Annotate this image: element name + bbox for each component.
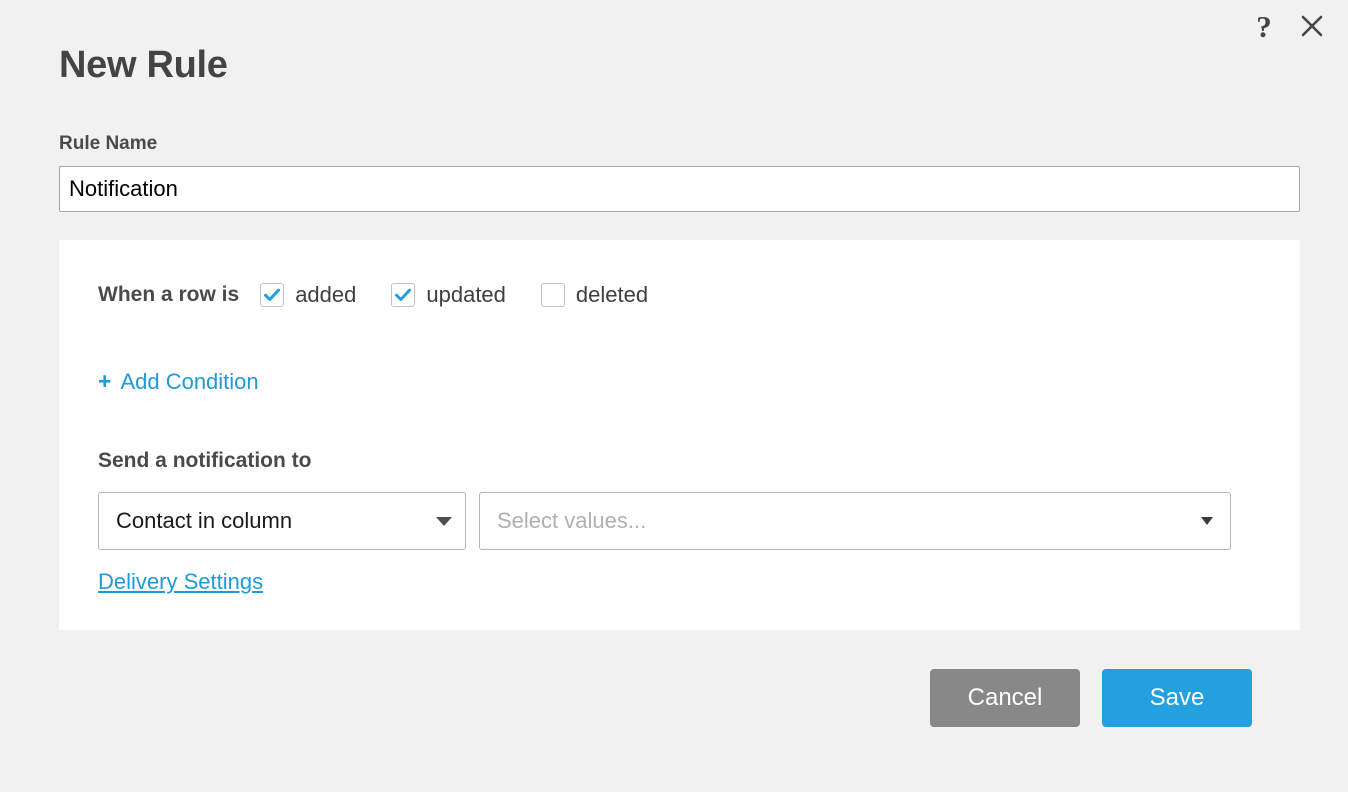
trigger-row: When a row is added updated deleted [98, 280, 1300, 310]
dialog-footer: Cancel Save [48, 669, 1252, 727]
send-notification-heading: Send a notification to [98, 449, 312, 472]
rule-name-label: Rule Name [59, 133, 158, 154]
chevron-down-icon [436, 516, 452, 526]
values-select[interactable]: Select values... [479, 492, 1231, 550]
checkbox-label-updated: updated [426, 282, 506, 307]
rule-definition-card: When a row is added updated deleted + Ad… [59, 240, 1300, 630]
trigger-label: When a row is [98, 283, 240, 306]
notification-target-row: Contact in column Select values... [98, 492, 1300, 550]
page-title: New Rule [59, 44, 228, 86]
plus-icon: + [98, 368, 112, 394]
cancel-button[interactable]: Cancel [930, 669, 1080, 727]
add-condition-button[interactable]: + Add Condition [98, 368, 259, 395]
recipient-type-value: Contact in column [116, 508, 293, 533]
values-select-placeholder: Select values... [497, 508, 647, 533]
checkbox-item-deleted[interactable]: deleted [540, 282, 649, 308]
add-condition-label: Add Condition [120, 369, 259, 394]
checkbox-deleted[interactable] [540, 283, 565, 307]
checkbox-item-added[interactable]: added [260, 282, 356, 308]
save-button[interactable]: Save [1102, 669, 1252, 727]
checkbox-updated[interactable] [391, 283, 416, 307]
checkbox-label-deleted: deleted [575, 282, 649, 307]
checkbox-added[interactable] [260, 283, 285, 307]
chevron-down-icon [1201, 517, 1213, 525]
delivery-settings-link[interactable]: Delivery Settings [98, 569, 263, 595]
recipient-type-select[interactable]: Contact in column [98, 492, 466, 550]
checkbox-item-updated[interactable]: updated [391, 282, 506, 308]
new-rule-dialog: New Rule Rule Name When a row is added [0, 0, 1348, 727]
rule-name-input[interactable] [59, 166, 1300, 212]
bottom-strip [0, 792, 1348, 796]
checkbox-label-added: added [295, 282, 357, 307]
